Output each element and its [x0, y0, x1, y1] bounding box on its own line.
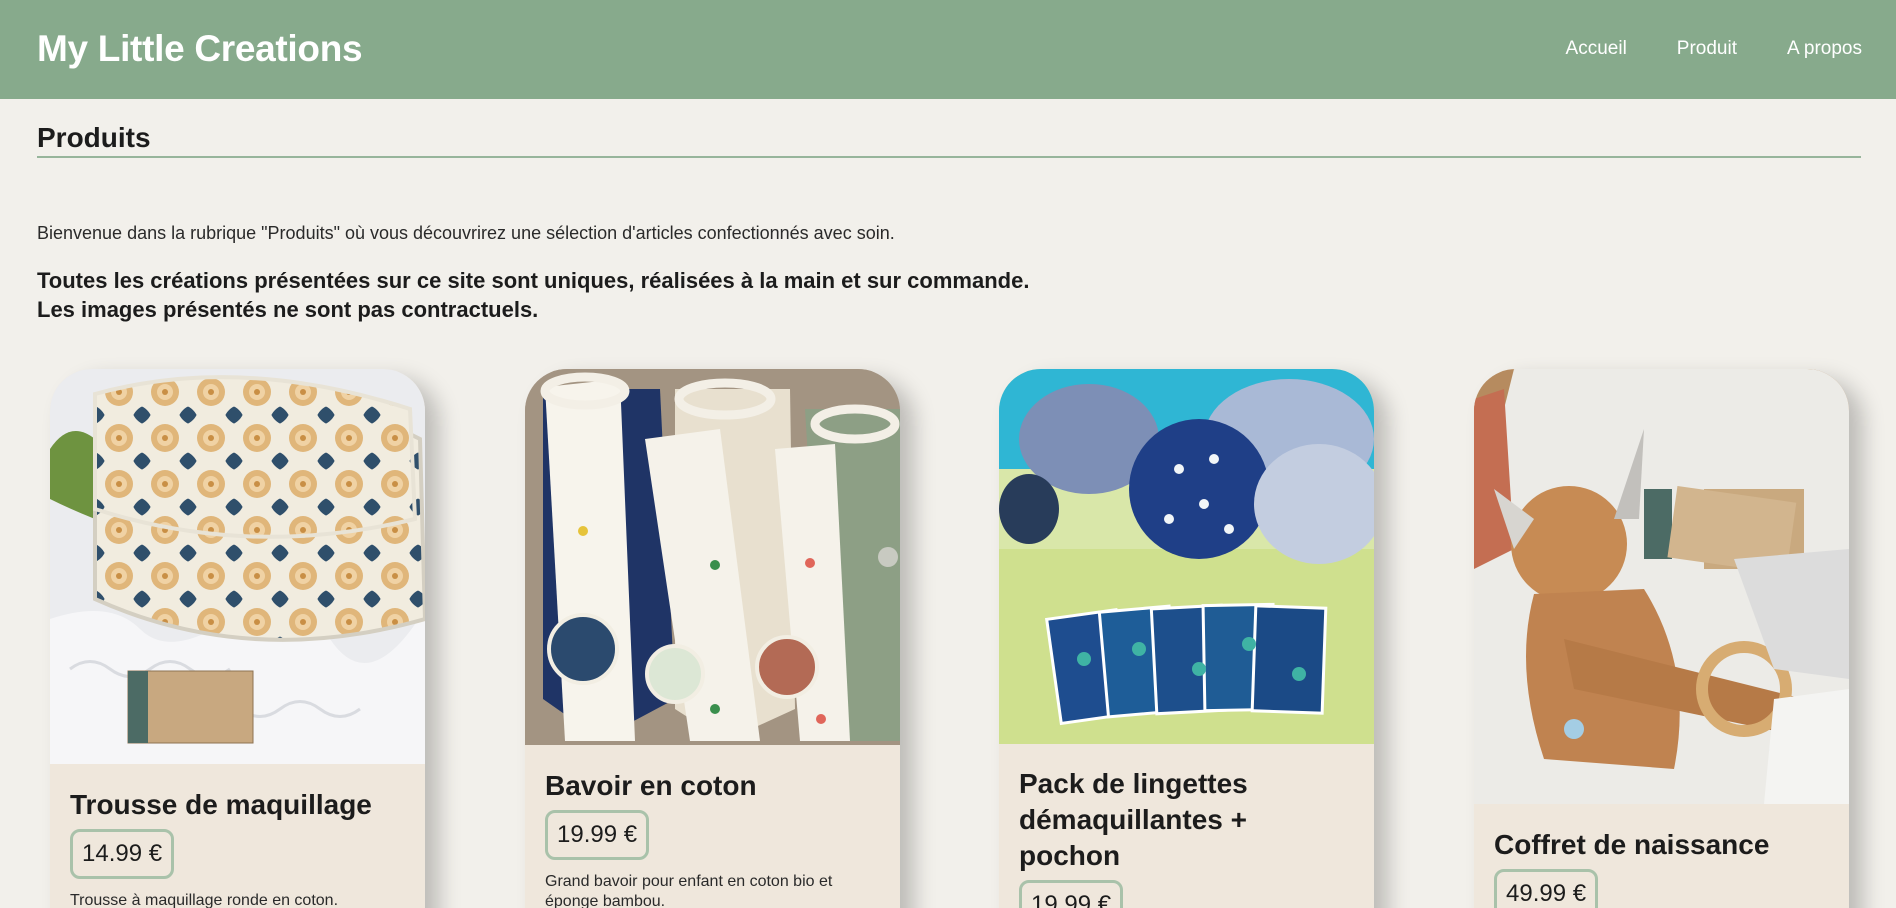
product-description: Grand bavoir pour enfant en coton bio et… [545, 873, 833, 908]
product-title[interactable]: Trousse de maquillage [70, 787, 405, 823]
nav-link-produit[interactable]: Produit [1677, 38, 1737, 60]
product-info: Bavoir en coton 19.99 € Grand bavoir pou… [545, 768, 880, 908]
product-card[interactable]: Coffret de naissance 49.99 € [1474, 369, 1849, 908]
nav-link-a-propos[interactable]: A propos [1787, 38, 1862, 60]
site-brand[interactable]: My Little Creations [37, 28, 363, 70]
product-price: 19.99 € [1019, 880, 1124, 908]
nav-link-accueil[interactable]: Accueil [1566, 38, 1627, 60]
title-divider [37, 156, 1861, 158]
page-title: Produits [37, 122, 151, 153]
main-nav: Accueil Produit A propos [1516, 38, 1862, 60]
notice-line-1: Toutes les créations présentées sur ce s… [37, 268, 1030, 293]
product-title[interactable]: Pack de lingettes démaquillantes + pocho… [1019, 766, 1354, 874]
intro-text: Bienvenue dans la rubrique "Produits" où… [37, 223, 895, 243]
product-image-makeup-wipes[interactable] [999, 369, 1374, 744]
product-image-birth-gift-box[interactable] [1474, 369, 1849, 804]
product-title[interactable]: Bavoir en coton [545, 768, 880, 804]
product-info: Pack de lingettes démaquillantes + pocho… [1019, 766, 1354, 908]
product-card[interactable]: Pack de lingettes démaquillantes + pocho… [999, 369, 1374, 908]
notice-text: Toutes les créations présentées sur ce s… [37, 266, 1029, 324]
product-info: Trousse de maquillage 14.99 € Trousse à … [70, 787, 405, 908]
product-card[interactable]: Bavoir en coton 19.99 € Grand bavoir pou… [525, 369, 900, 908]
product-price: 19.99 € [545, 810, 650, 860]
product-info: Coffret de naissance 49.99 € [1494, 827, 1829, 908]
product-title[interactable]: Coffret de naissance [1494, 827, 1829, 863]
site-header: My Little Creations Accueil Produit A pr… [0, 0, 1896, 99]
product-image-makeup-pouch[interactable] [50, 369, 425, 764]
product-card[interactable]: Trousse de maquillage 14.99 € Trousse à … [50, 369, 425, 908]
product-image-cotton-bibs[interactable] [525, 369, 900, 745]
notice-line-2: Les images présentés ne sont pas contrac… [37, 297, 539, 322]
product-price: 14.99 € [70, 829, 175, 879]
product-price: 49.99 € [1494, 869, 1599, 908]
product-description: Trousse à maquillage ronde en coton. [70, 892, 339, 908]
